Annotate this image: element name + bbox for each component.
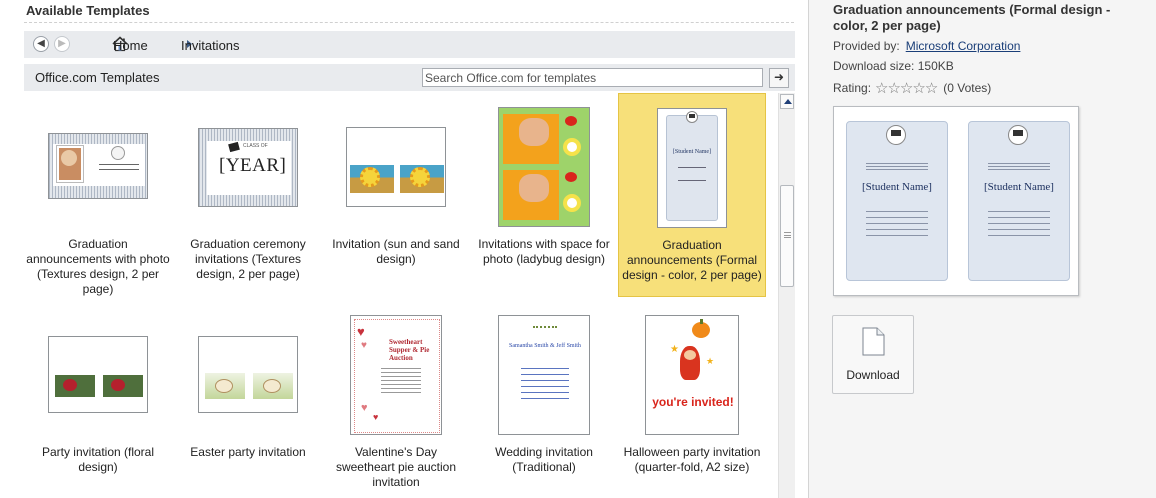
year-text: [YEAR]	[219, 155, 287, 176]
wedding-card-thumbnail: Samantha Smith & Jeff Smith	[498, 315, 590, 435]
template-title: Invitation (sun and sand design)	[332, 237, 460, 266]
download-label: Download	[846, 368, 900, 382]
template-grid: Graduation announcements with photo (Tex…	[24, 93, 778, 498]
heart-icon: ♥	[361, 340, 367, 351]
template-title: Party invitation (floral design)	[41, 445, 155, 474]
template-tile[interactable]: Party invitation (floral design)	[24, 301, 172, 498]
preview-student-name: [Student Name]	[984, 181, 1054, 193]
template-tile[interactable]: ★ ★ you're invited! Halloween party invi…	[618, 301, 766, 498]
divider	[24, 22, 794, 23]
template-tile-selected[interactable]: [Student Name] Graduation announcements …	[618, 93, 766, 297]
search-go-button[interactable]: ➜	[769, 68, 789, 88]
search-input[interactable]	[422, 68, 763, 87]
preview-student-name: [Student Name]	[862, 181, 932, 193]
forward-button[interactable]: ▶	[54, 36, 70, 52]
provider-link[interactable]: Microsoft Corporation	[906, 39, 1021, 53]
grip-icon	[784, 232, 791, 238]
easter-party-card-thumbnail	[198, 336, 298, 413]
heart-icon: ♥	[361, 402, 368, 414]
template-tile[interactable]: Easter party invitation	[174, 301, 322, 498]
star-icon: ★	[706, 356, 715, 366]
breadcrumb-current[interactable]: Invitations	[181, 38, 240, 53]
floral-party-card-thumbnail	[48, 336, 148, 413]
template-title: Valentine's Day sweetheart pie auction i…	[335, 445, 457, 489]
valentine-hearts-card-thumbnail: ♥ ♥ Sweetheart Supper & Pie Auction ♥ ♥	[350, 315, 442, 435]
template-title: Halloween party invitation (quarter-fold…	[623, 445, 761, 474]
student-name-text: [Student Name]	[672, 149, 712, 155]
breadcrumb-home-label: Home	[113, 38, 148, 53]
breadcrumb-home[interactable]: Home	[113, 38, 148, 53]
heart-icon: ♥	[373, 412, 379, 422]
template-title: Easter party invitation	[190, 445, 306, 459]
templates-toolbar: Office.com Templates ➜	[24, 64, 795, 91]
back-button[interactable]: ◀	[33, 36, 49, 52]
valentine-heading-text: Sweetheart Supper & Pie Auction	[389, 338, 430, 362]
document-icon	[862, 327, 885, 356]
template-preview: [Student Name] [Student Name]	[833, 106, 1079, 296]
youre-invited-text: you're invited!	[652, 395, 734, 409]
section-title: Available Templates	[26, 3, 150, 18]
rating-label: Rating:	[833, 81, 872, 95]
preview-card	[968, 121, 1070, 281]
template-tile[interactable]: Samantha Smith & Jeff Smith Wedding invi…	[470, 301, 618, 498]
rating-row: Rating: ☆☆☆☆☆ (0 Votes)	[833, 79, 991, 97]
rating-stars-icon[interactable]: ☆☆☆☆☆	[875, 79, 938, 97]
halloween-pumpkin-card-thumbnail: ★ ★ you're invited!	[645, 315, 739, 435]
navigation-bar: ◀ ▶ Home Invitations	[24, 31, 795, 58]
download-size-row: Download size: 150KB	[833, 59, 954, 73]
formal-graduation-card-thumbnail: [Student Name]	[657, 108, 727, 228]
template-title: Invitations with space for photo (ladybu…	[478, 237, 610, 266]
template-tile[interactable]: Invitation (sun and sand design)	[322, 93, 470, 297]
vertical-scrollbar[interactable]	[778, 93, 795, 498]
preview-card	[846, 121, 948, 281]
provided-by-row: Provided by: Microsoft Corporation	[833, 39, 1020, 53]
ladybug-card-thumbnail	[498, 107, 590, 227]
template-tile[interactable]: Graduation announcements with photo (Tex…	[24, 93, 172, 297]
wedding-names-text: Samantha Smith & Jeff Smith	[509, 343, 581, 349]
template-title: Graduation announcements with photo (Tex…	[26, 237, 170, 296]
toolbar-title: Office.com Templates	[35, 70, 160, 85]
graduation-photo-card-thumbnail	[48, 133, 148, 199]
detail-title: Graduation announcements (Formal design …	[833, 2, 1111, 33]
scrollbar-thumb[interactable]	[780, 185, 794, 287]
template-title: Wedding invitation (Traditional)	[495, 445, 593, 474]
template-tile[interactable]: ♥ ♥ Sweetheart Supper & Pie Auction ♥ ♥ …	[322, 301, 470, 498]
template-detail-pane: Graduation announcements (Formal design …	[809, 0, 1156, 498]
class-of-text: CLASS OF	[243, 143, 268, 149]
template-tile[interactable]: CLASS OF [YEAR] Graduation ceremony invi…	[174, 93, 322, 297]
votes-count: (0 Votes)	[943, 81, 992, 95]
template-title: Graduation ceremony invitations (Texture…	[190, 237, 306, 281]
download-size-value: 150KB	[917, 59, 954, 73]
template-title: Graduation announcements (Formal design …	[622, 238, 762, 282]
sun-and-sand-card-thumbnail	[346, 127, 446, 207]
star-icon: ★	[670, 344, 679, 355]
provided-by-label: Provided by:	[833, 39, 900, 53]
download-size-label: Download size:	[833, 59, 915, 73]
scroll-up-button[interactable]	[780, 94, 794, 109]
download-button[interactable]: Download	[832, 315, 914, 394]
templates-pane: Available Templates ◀ ▶ Home Invitations…	[0, 0, 808, 498]
heart-icon: ♥	[357, 324, 365, 339]
template-tile[interactable]: Invitations with space for photo (ladybu…	[470, 93, 618, 297]
graduation-ceremony-card-thumbnail: CLASS OF [YEAR]	[198, 128, 298, 207]
